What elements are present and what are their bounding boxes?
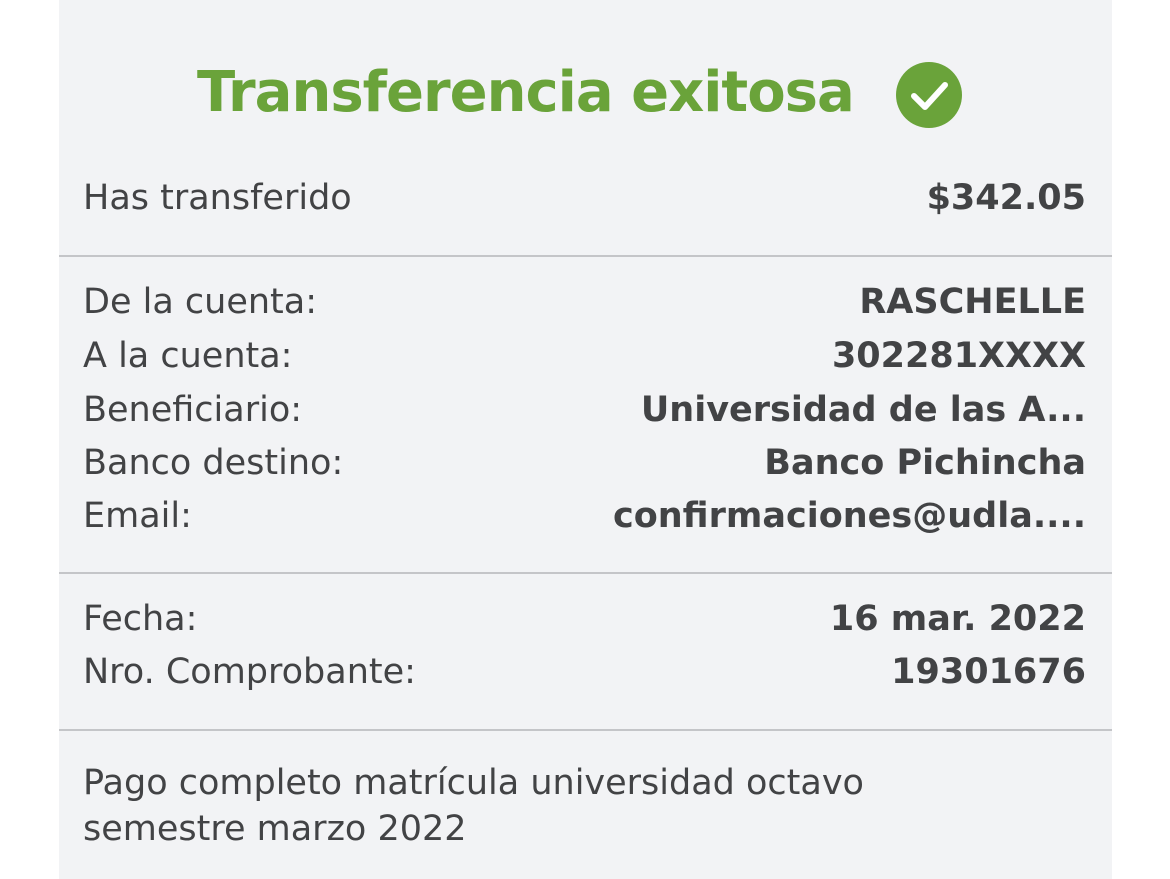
detail-label: Email:: [83, 496, 192, 536]
divider: [59, 255, 1112, 257]
detail-value: 302281XXXX: [831, 336, 1086, 376]
detail-label: Beneficiario:: [83, 390, 303, 430]
title-row: Transferencia exitosa: [59, 52, 1112, 142]
detail-value: confirmaciones@udla....: [612, 496, 1086, 536]
detail-row-beneficiary: Beneficiario: Universidad de las A...: [83, 390, 1086, 440]
amount-row: Has transferido $342.05: [83, 178, 1086, 228]
page-title: Transferencia exitosa: [197, 60, 855, 125]
detail-value: RASCHELLE: [859, 282, 1086, 322]
receipt-label: Fecha:: [83, 599, 198, 639]
detail-value: Universidad de las A...: [640, 390, 1086, 430]
receipt-label: Nro. Comprobante:: [83, 652, 416, 692]
detail-row-email: Email: confirmaciones@udla....: [83, 496, 1086, 546]
transfer-receipt-card: Transferencia exitosa Has transferido $3…: [59, 0, 1112, 879]
divider: [59, 729, 1112, 731]
receipt-row-date: Fecha: 16 mar. 2022: [83, 599, 1086, 649]
divider: [59, 572, 1112, 574]
detail-row-to-account: A la cuenta: 302281XXXX: [83, 336, 1086, 386]
detail-label: Banco destino:: [83, 443, 344, 483]
detail-row-destination-bank: Banco destino: Banco Pichincha: [83, 443, 1086, 493]
transfer-note: Pago completo matrícula universidad octa…: [83, 763, 864, 849]
receipt-row-number: Nro. Comprobante: 19301676: [83, 652, 1086, 702]
detail-value: Banco Pichincha: [764, 443, 1086, 483]
check-circle-icon: [896, 62, 962, 128]
detail-label: De la cuenta:: [83, 282, 318, 322]
amount-value: $342.05: [926, 178, 1086, 218]
receipt-value: 16 mar. 2022: [829, 599, 1086, 639]
detail-row-from-account: De la cuenta: RASCHELLE: [83, 282, 1086, 332]
detail-label: A la cuenta:: [83, 336, 293, 376]
receipt-value: 19301676: [891, 652, 1086, 692]
amount-label: Has transferido: [83, 178, 352, 218]
